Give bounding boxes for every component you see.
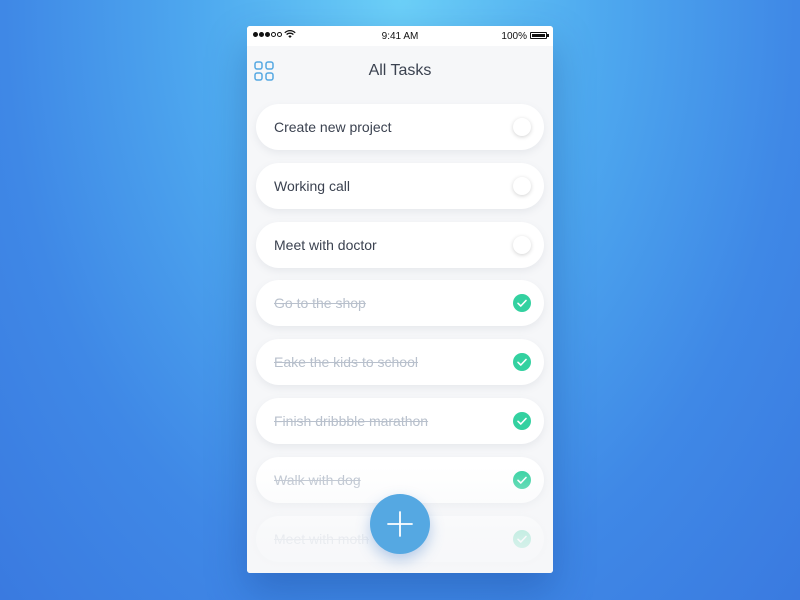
task-label: Finish dribbble marathon xyxy=(274,413,429,429)
check-icon xyxy=(517,299,527,307)
task-item[interactable]: Meet with doctor xyxy=(256,222,544,268)
task-item[interactable]: Working call xyxy=(256,163,544,209)
task-checkbox[interactable] xyxy=(513,118,531,136)
task-item[interactable]: Eake the kids to school xyxy=(256,339,544,385)
task-checkbox[interactable] xyxy=(513,294,531,312)
check-icon xyxy=(517,417,527,425)
task-item[interactable]: Finish dribbble marathon xyxy=(256,398,544,444)
task-checkbox[interactable] xyxy=(513,353,531,371)
check-icon xyxy=(517,535,527,543)
task-label: Eake the kids to school xyxy=(274,354,418,370)
battery-percentage: 100% xyxy=(501,31,527,42)
task-checkbox[interactable] xyxy=(513,177,531,195)
task-label: Meet with moth xyxy=(274,531,369,547)
page-title: All Tasks xyxy=(368,62,432,79)
task-label: Create new project xyxy=(274,119,392,135)
task-checkbox[interactable] xyxy=(513,471,531,489)
task-label: Working call xyxy=(274,178,350,194)
phone-screen: 9:41 AM 100% All Tasks Create new projec… xyxy=(247,26,553,573)
task-label: Go to the shop xyxy=(274,295,366,311)
status-bar: 9:41 AM 100% xyxy=(247,26,553,46)
task-checkbox[interactable] xyxy=(513,412,531,430)
plus-icon xyxy=(387,511,413,537)
battery-icon xyxy=(530,32,549,39)
task-label: Meet with doctor xyxy=(274,237,377,253)
task-item[interactable]: Go to the shop xyxy=(256,280,544,326)
add-task-button[interactable] xyxy=(370,494,430,554)
app-header: All Tasks xyxy=(247,46,553,98)
check-icon xyxy=(517,358,527,366)
task-checkbox[interactable] xyxy=(513,530,531,548)
task-item[interactable]: Create new project xyxy=(256,104,544,150)
task-label: Walk with dog xyxy=(274,472,361,488)
check-icon xyxy=(517,476,527,484)
task-checkbox[interactable] xyxy=(513,236,531,254)
